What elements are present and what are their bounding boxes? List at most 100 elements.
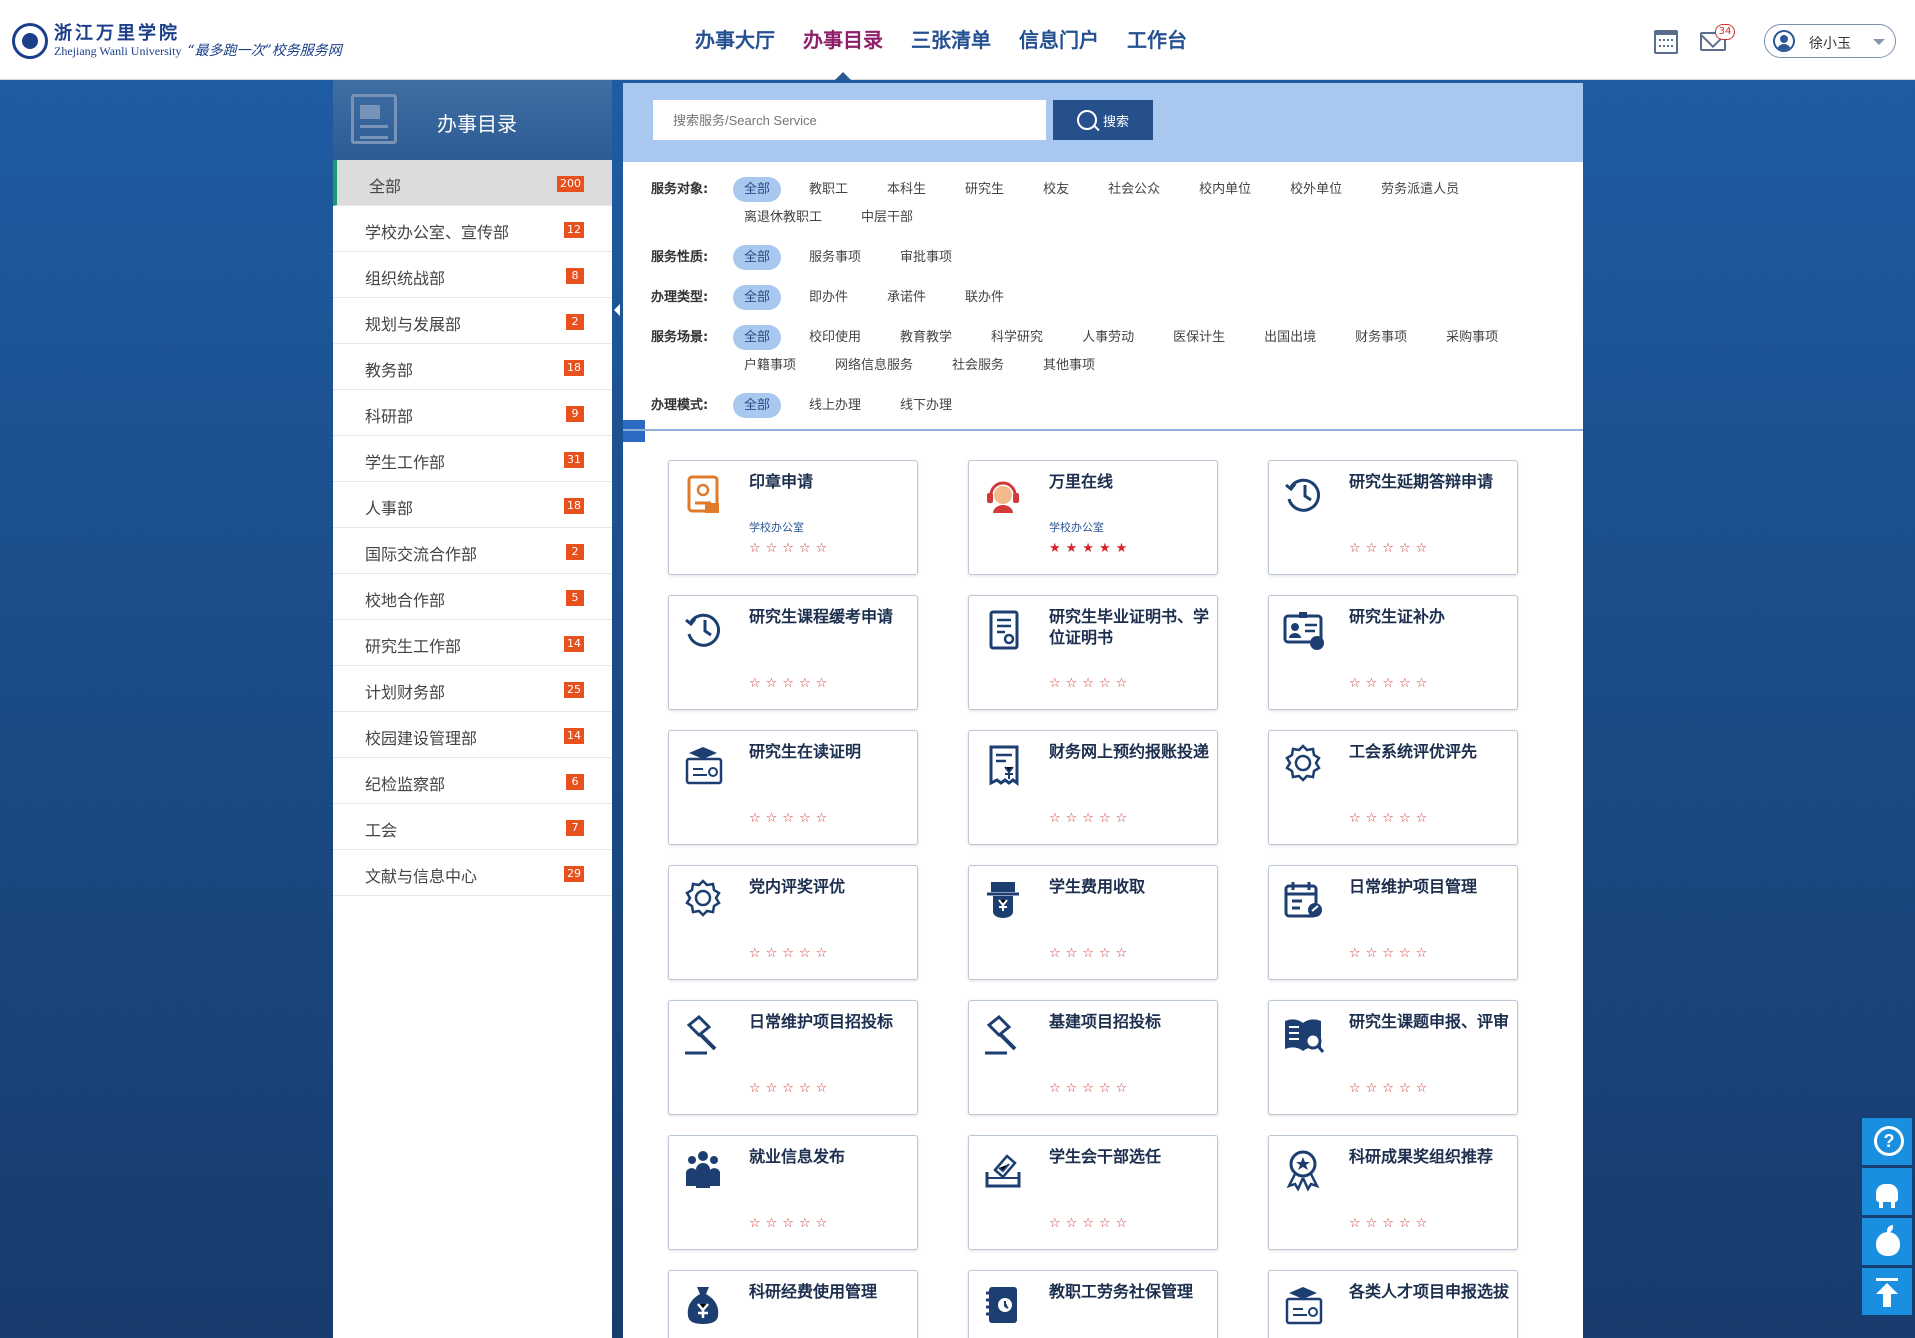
sidebar-item[interactable]: 国际交流合作部 2: [333, 528, 612, 574]
sidebar-item[interactable]: 学生工作部 31: [333, 436, 612, 482]
service-card[interactable]: 研究生证补办 ☆☆☆☆☆: [1268, 595, 1518, 710]
rating-stars[interactable]: ☆☆☆☆☆: [1349, 1216, 1432, 1231]
filter-option[interactable]: 教职工: [798, 177, 859, 202]
sidebar-item[interactable]: 人事部 18: [333, 482, 612, 528]
sidebar-item[interactable]: 研究生工作部 14: [333, 620, 612, 666]
filter-option[interactable]: 网络信息服务: [824, 353, 924, 378]
nav-item-info-portal[interactable]: 信息门户: [1019, 0, 1099, 80]
nav-item-service-catalog[interactable]: 办事目录: [803, 0, 883, 80]
service-card[interactable]: 基建项目招投标 ☆☆☆☆☆: [968, 1000, 1218, 1115]
service-card[interactable]: 教职工劳务社保管理☆☆☆☆☆: [968, 1270, 1218, 1338]
rating-stars[interactable]: ☆☆☆☆☆: [1049, 1081, 1132, 1096]
apple-app-icon[interactable]: [1862, 1218, 1912, 1265]
sidebar-item[interactable]: 文献与信息中心 29: [333, 850, 612, 896]
service-card[interactable]: 日常维护项目管理 ☆☆☆☆☆: [1268, 865, 1518, 980]
filter-option[interactable]: 即办件: [798, 285, 859, 310]
rating-stars[interactable]: ☆☆☆☆☆: [749, 1081, 832, 1096]
search-button[interactable]: 搜索: [1053, 100, 1153, 140]
calendar-icon[interactable]: [1654, 30, 1678, 54]
sidebar-item[interactable]: 教务部 18: [333, 344, 612, 390]
collapse-sidebar-icon[interactable]: [613, 300, 621, 320]
filter-option[interactable]: 人事劳动: [1071, 325, 1145, 350]
service-card[interactable]: 万里在线 学校办公室 ★★★★★: [968, 460, 1218, 575]
rating-stars[interactable]: ☆☆☆☆☆: [1049, 946, 1132, 961]
rating-stars[interactable]: ☆☆☆☆☆: [1349, 946, 1432, 961]
filter-option[interactable]: 户籍事项: [733, 353, 807, 378]
service-card[interactable]: 研究生课题申报、评审 ☆☆☆☆☆: [1268, 1000, 1518, 1115]
filter-option[interactable]: 校内单位: [1188, 177, 1262, 202]
service-card[interactable]: 研究生延期答辩申请 ☆☆☆☆☆: [1268, 460, 1518, 575]
filter-option[interactable]: 中层干部: [850, 205, 924, 230]
service-card[interactable]: 学生费用收取 ☆☆☆☆☆: [968, 865, 1218, 980]
filter-option[interactable]: 承诺件: [876, 285, 937, 310]
filter-option[interactable]: 其他事项: [1032, 353, 1106, 378]
sidebar-item[interactable]: 计划财务部 25: [333, 666, 612, 712]
service-card[interactable]: 财务网上预约报账投递 ☆☆☆☆☆: [968, 730, 1218, 845]
rating-stars[interactable]: ☆☆☆☆☆: [1349, 811, 1432, 826]
filter-option[interactable]: 离退休教职工: [733, 205, 833, 230]
search-input[interactable]: [653, 100, 1046, 140]
rating-stars[interactable]: ☆☆☆☆☆: [1349, 541, 1432, 556]
rating-stars[interactable]: ☆☆☆☆☆: [1049, 1216, 1132, 1231]
service-card[interactable]: 日常维护项目招投标 ☆☆☆☆☆: [668, 1000, 918, 1115]
filter-option[interactable]: 全部: [733, 325, 782, 350]
service-card[interactable]: 研究生在读证明 ☆☆☆☆☆: [668, 730, 918, 845]
filter-option[interactable]: 采购事项: [1435, 325, 1509, 350]
filter-option[interactable]: 本科生: [876, 177, 937, 202]
service-card[interactable]: 科研成果奖组织推荐 ☆☆☆☆☆: [1268, 1135, 1518, 1250]
service-card[interactable]: 研究生毕业证明书、学位证明书 ☆☆☆☆☆: [968, 595, 1218, 710]
rating-stars[interactable]: ☆☆☆☆☆: [749, 676, 832, 691]
nav-item-three-lists[interactable]: 三张清单: [911, 0, 991, 80]
filter-option[interactable]: 全部: [733, 393, 782, 418]
rating-stars[interactable]: ☆☆☆☆☆: [749, 1216, 832, 1231]
rating-stars[interactable]: ☆☆☆☆☆: [1049, 676, 1132, 691]
filter-option[interactable]: 财务事项: [1344, 325, 1418, 350]
rating-stars[interactable]: ☆☆☆☆☆: [749, 811, 832, 826]
rating-stars[interactable]: ★★★★★: [1049, 541, 1132, 556]
sidebar-item[interactable]: 科研部 9: [333, 390, 612, 436]
university-logo[interactable]: 浙江万里学院 Zhejiang Wanli University “最多跑一次”…: [12, 22, 342, 60]
filter-option[interactable]: 研究生: [954, 177, 1015, 202]
filter-option[interactable]: 校友: [1032, 177, 1080, 202]
service-card[interactable]: 工会系统评优评先 ☆☆☆☆☆: [1268, 730, 1518, 845]
service-card[interactable]: 研究生课程缓考申请 ☆☆☆☆☆: [668, 595, 918, 710]
service-card[interactable]: 就业信息发布 ☆☆☆☆☆: [668, 1135, 918, 1250]
filter-option[interactable]: 科学研究: [980, 325, 1054, 350]
service-card[interactable]: 科研经费使用管理☆☆☆☆☆: [668, 1270, 918, 1338]
rating-stars[interactable]: ☆☆☆☆☆: [749, 541, 832, 556]
service-card[interactable]: 各类人才项目申报选拔☆☆☆☆☆: [1268, 1270, 1518, 1338]
sidebar-item[interactable]: 校地合作部 5: [333, 574, 612, 620]
sidebar-item[interactable]: 规划与发展部 2: [333, 298, 612, 344]
rating-stars[interactable]: ☆☆☆☆☆: [749, 946, 832, 961]
filter-option[interactable]: 出国出境: [1253, 325, 1327, 350]
filter-option[interactable]: 全部: [733, 245, 782, 270]
sidebar-item[interactable]: 工会 7: [333, 804, 612, 850]
nav-item-service-hall[interactable]: 办事大厅: [695, 0, 775, 80]
rating-stars[interactable]: ☆☆☆☆☆: [1049, 811, 1132, 826]
sidebar-item[interactable]: 组织统战部 8: [333, 252, 612, 298]
sidebar-item[interactable]: 校园建设管理部 14: [333, 712, 612, 758]
user-menu[interactable]: 徐小玉: [1764, 24, 1896, 58]
filter-option[interactable]: 医保计生: [1162, 325, 1236, 350]
rating-stars[interactable]: ☆☆☆☆☆: [1349, 676, 1432, 691]
filter-option[interactable]: 劳务派遣人员: [1370, 177, 1470, 202]
filter-option[interactable]: 校印使用: [798, 325, 872, 350]
filter-option[interactable]: 社会服务: [941, 353, 1015, 378]
service-card[interactable]: 印章申请 学校办公室 ☆☆☆☆☆: [668, 460, 918, 575]
help-icon[interactable]: [1862, 1118, 1912, 1165]
sidebar-item[interactable]: 纪检监察部 6: [333, 758, 612, 804]
filter-option[interactable]: 审批事项: [889, 245, 963, 270]
filter-option[interactable]: 联办件: [954, 285, 1015, 310]
filter-option[interactable]: 全部: [733, 285, 782, 310]
filter-option[interactable]: 教育教学: [889, 325, 963, 350]
filter-option[interactable]: 社会公众: [1097, 177, 1171, 202]
service-card[interactable]: 党内评奖评优 ☆☆☆☆☆: [668, 865, 918, 980]
rating-stars[interactable]: ☆☆☆☆☆: [1349, 1081, 1432, 1096]
android-app-icon[interactable]: [1862, 1168, 1912, 1215]
sidebar-item[interactable]: 学校办公室、宣传部 12: [333, 206, 612, 252]
filter-option[interactable]: 校外单位: [1279, 177, 1353, 202]
filter-option[interactable]: 服务事项: [798, 245, 872, 270]
nav-item-workbench[interactable]: 工作台: [1127, 0, 1187, 80]
back-to-top-icon[interactable]: [1862, 1268, 1912, 1315]
sidebar-item[interactable]: 全部 200: [333, 160, 612, 206]
